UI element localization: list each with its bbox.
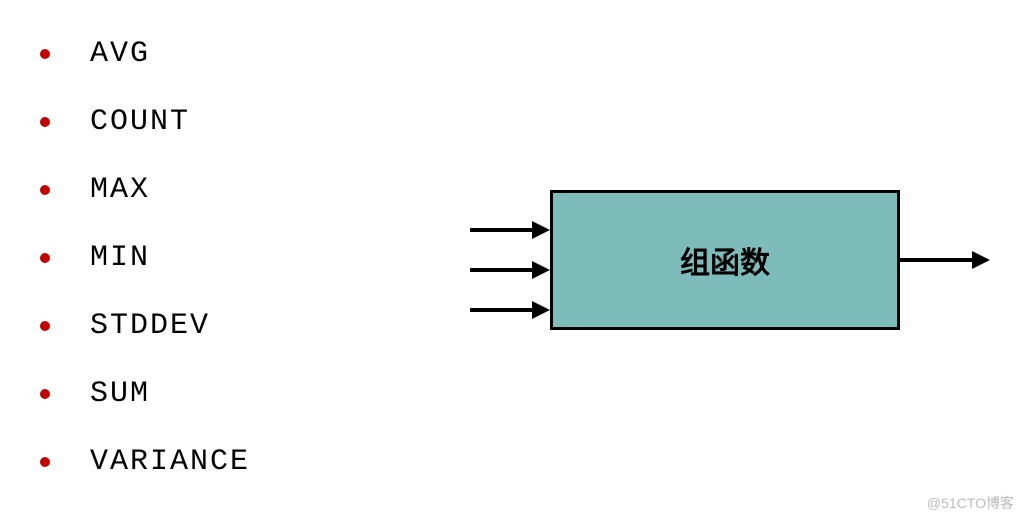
watermark: @51CTO博客 xyxy=(927,493,1014,513)
list-item-label: SUM xyxy=(90,377,150,411)
list-item: MIN xyxy=(40,224,250,292)
bullet-icon xyxy=(40,49,50,59)
list-item-label: AVG xyxy=(90,37,150,71)
list-item: AVG xyxy=(40,20,250,88)
list-item-label: MIN xyxy=(90,241,150,275)
bullet-icon xyxy=(40,457,50,467)
list-item: COUNT xyxy=(40,88,250,156)
list-item-label: STDDEV xyxy=(90,309,210,343)
bullet-icon xyxy=(40,117,50,127)
box-label: 组函数 xyxy=(680,238,770,282)
bullet-icon xyxy=(40,389,50,399)
list-item-label: COUNT xyxy=(90,105,190,139)
list-item: STDDEV xyxy=(40,292,250,360)
bullet-icon xyxy=(40,185,50,195)
list-item-label: MAX xyxy=(90,173,150,207)
function-list: AVG COUNT MAX MIN STDDEV SUM VARIANCE xyxy=(40,20,250,496)
list-item: MAX xyxy=(40,156,250,224)
list-item: VARIANCE xyxy=(40,428,250,496)
list-item: SUM xyxy=(40,360,250,428)
diagram: 组函数 xyxy=(470,190,1000,370)
bullet-icon xyxy=(40,253,50,263)
list-item-label: VARIANCE xyxy=(90,445,250,479)
bullet-icon xyxy=(40,321,50,331)
group-function-box: 组函数 xyxy=(550,190,900,330)
